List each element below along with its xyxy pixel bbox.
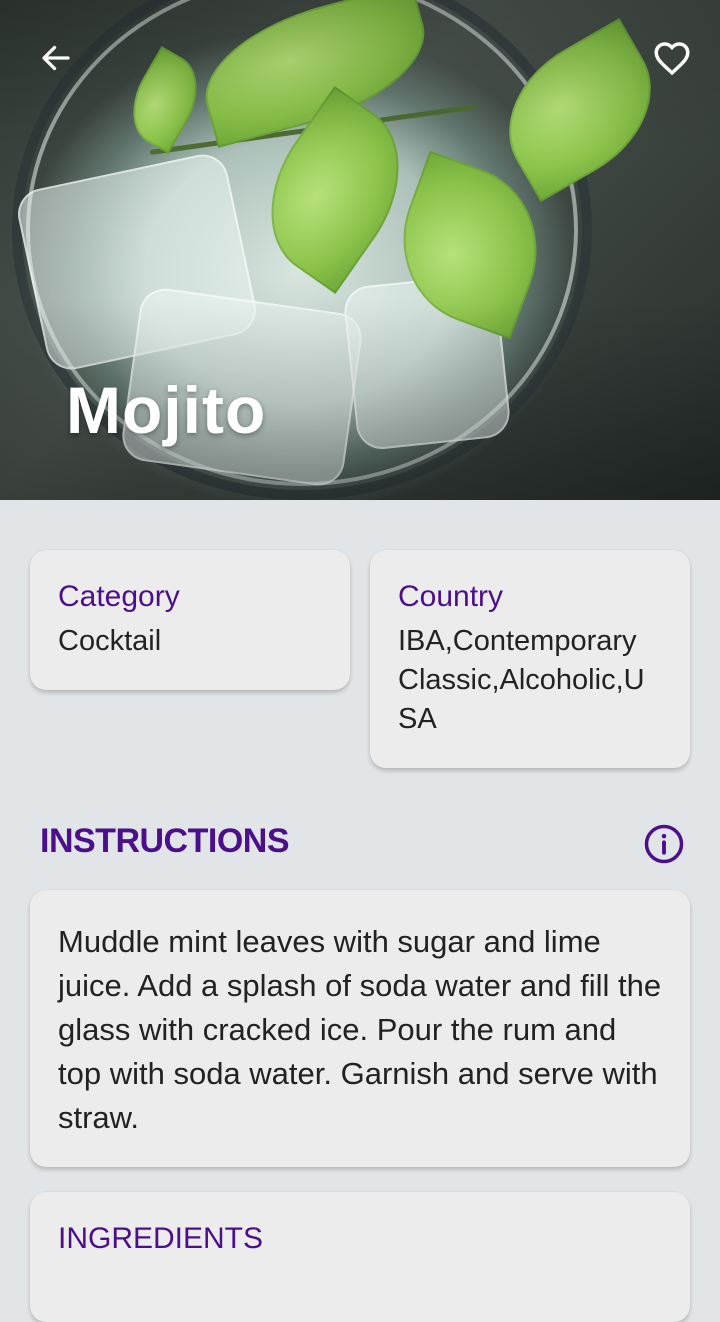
category-value: Cocktail [58,625,162,657]
country-card: Country IBA,Contemporary Classic,Alcohol… [370,550,690,768]
arrow-left-icon [42,45,70,71]
instructions-title: INSTRUCTIONS [40,822,290,860]
category-card: Category Cocktail [30,550,350,690]
ingredients-card: INGREDIENTS [30,1192,690,1322]
heart-outline-icon [654,42,690,76]
info-button[interactable] [642,822,686,866]
instructions-text: Muddle mint leaves with sugar and lime j… [58,924,662,1135]
country-value: IBA,Contemporary Classic,Alcoholic,USA [398,625,645,735]
info-circle-icon [644,824,684,864]
ingredients-title: INGREDIENTS [58,1222,264,1255]
country-label: Country [398,580,504,613]
back-button[interactable] [34,36,78,80]
hero-image: Mojito [0,0,720,500]
drink-title: Mojito [66,373,267,447]
favorite-button[interactable] [648,34,696,82]
instructions-card: Muddle mint leaves with sugar and lime j… [30,890,690,1167]
category-label: Category [58,580,180,613]
